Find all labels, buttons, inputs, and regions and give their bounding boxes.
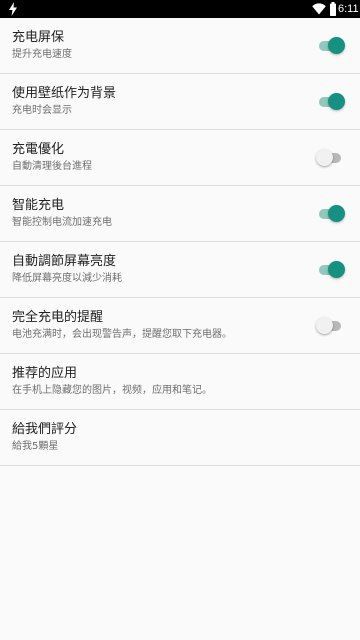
setting-auto-brightness[interactable]: 自動調節屏幕亮度 降低屏幕亮度以減少消耗 [0,242,360,298]
setting-title: 使用壁纸作为背景 [12,86,117,101]
setting-summary: 自動清理後台進程 [12,161,92,172]
battery-icon [330,2,336,16]
setting-summary: 提升充电速度 [12,49,72,60]
toggle-thumb [316,149,333,166]
setting-full-charge-reminder[interactable]: 完全充电的提醒 电池充满时，会出现警告声，提醒您取下充电器。 [0,298,360,354]
toggle-switch[interactable] [316,93,346,111]
setting-title: 智能充电 [12,198,65,213]
toggle-thumb [328,93,345,110]
wifi-icon [312,3,326,15]
toggle-thumb [316,317,333,334]
setting-wallpaper-background[interactable]: 使用壁纸作为背景 充电时会显示 [0,74,360,130]
setting-title: 充電優化 [12,142,65,157]
setting-title: 給我們評分 [12,422,78,437]
toggle-switch[interactable] [316,261,346,279]
setting-charging-screensaver[interactable]: 充电屏保 提升充电速度 [0,18,360,74]
toggle-thumb [328,37,345,54]
setting-summary: 降低屏幕亮度以減少消耗 [12,273,122,284]
toggle-switch[interactable] [316,205,346,223]
toggle-switch[interactable] [316,317,346,335]
charging-bolt-icon [9,2,17,16]
setting-charging-optimization[interactable]: 充電優化 自動清理後台進程 [0,130,360,186]
setting-recommended-apps[interactable]: 推荐的应用 在手机上隐藏您的图片，视频，应用和笔记。 [0,354,360,410]
setting-rate-us[interactable]: 給我們評分 給我5顆星 [0,410,360,466]
setting-title: 充电屏保 [12,30,65,45]
setting-title: 自動調節屏幕亮度 [12,254,117,269]
toggle-switch[interactable] [316,149,346,167]
setting-summary: 智能控制电流加速充电 [12,217,112,228]
setting-summary: 电池充满时，会出现警告声，提醒您取下充电器。 [12,329,232,340]
toggle-thumb [328,261,345,278]
status-bar: 6:11 [0,0,360,18]
setting-title: 完全充电的提醒 [12,310,104,325]
toggle-thumb [328,205,345,222]
setting-summary: 給我5顆星 [12,441,59,452]
status-time: 6:11 [338,3,359,15]
toggle-switch[interactable] [316,37,346,55]
setting-summary: 在手机上隐藏您的图片，视频，应用和笔记。 [12,385,212,396]
setting-title: 推荐的应用 [12,366,78,381]
setting-summary: 充电时会显示 [12,105,72,116]
settings-list: 充电屏保 提升充电速度 使用壁纸作为背景 充电时会显示 充電優化 自動清理後台進… [0,18,360,466]
setting-smart-charging[interactable]: 智能充电 智能控制电流加速充电 [0,186,360,242]
